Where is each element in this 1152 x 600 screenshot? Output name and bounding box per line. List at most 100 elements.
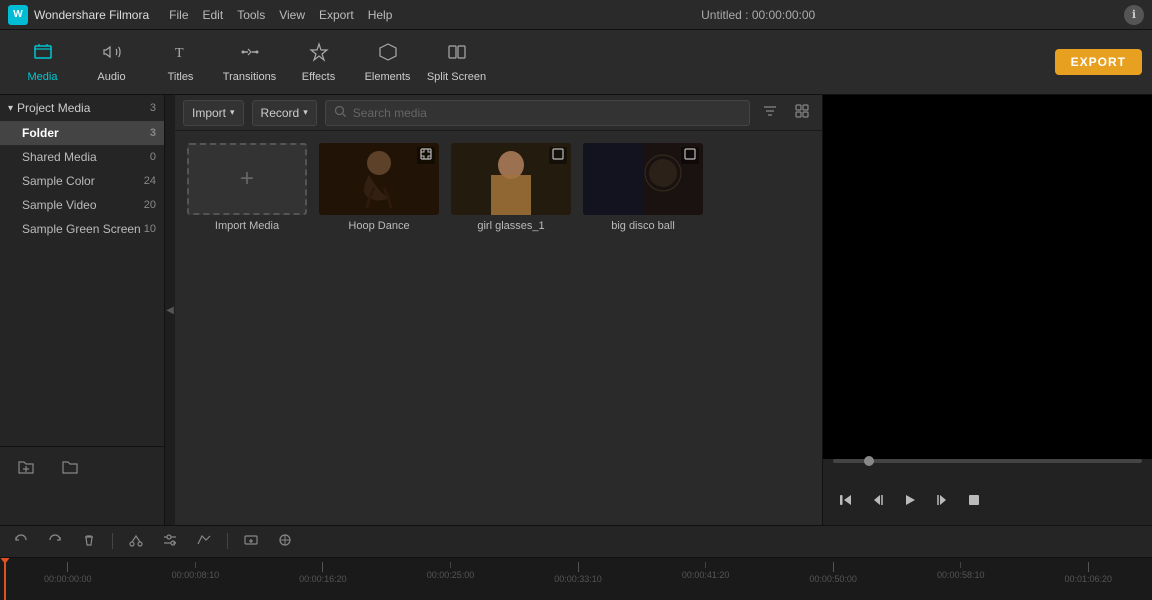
media-item-girl-glasses[interactable]: girl glasses_1 <box>451 143 571 232</box>
menu-help[interactable]: Help <box>368 8 393 22</box>
folder-count: 3 <box>150 127 156 139</box>
ruler-marks: 00:00:00:0000:00:08:1000:00:16:2000:00:2… <box>0 562 1152 584</box>
shared-media-count: 0 <box>150 151 156 163</box>
sidebar-shared-media-label: Shared Media <box>22 150 97 164</box>
transitions-icon <box>240 42 260 67</box>
ruler-mark: 00:00:16:20 <box>259 562 387 584</box>
sidebar-sample-color[interactable]: Sample Color 24 <box>0 169 164 193</box>
toolbar-split-screen[interactable]: Split Screen <box>424 35 489 90</box>
media-item-hoop-dance[interactable]: Hoop Dance <box>319 143 439 232</box>
toolbar-effects-label: Effects <box>302 71 335 83</box>
step-forward-button[interactable] <box>929 487 955 513</box>
svg-text:T: T <box>175 46 184 61</box>
expand-icon <box>417 147 435 164</box>
app-name: Wondershare Filmora <box>34 8 149 22</box>
undo-button[interactable] <box>8 529 34 554</box>
import-dropdown[interactable]: Import ▾ <box>183 100 244 126</box>
ruler-mark: 00:00:08:10 <box>132 562 260 580</box>
toolbar-media[interactable]: Media <box>10 35 75 90</box>
stop-button[interactable] <box>961 487 987 513</box>
disco-ball-thumb[interactable] <box>583 143 703 215</box>
sidebar: ▾ Project Media 3 Folder 3 Shared Media … <box>0 95 165 525</box>
ruler-mark: 00:00:25:00 <box>387 562 515 580</box>
girl-glasses-thumb[interactable] <box>451 143 571 215</box>
folder-button[interactable] <box>56 455 84 484</box>
toolbar-titles[interactable]: T Titles <box>148 35 213 90</box>
step-back-button[interactable] <box>865 487 891 513</box>
import-arrow-icon: ▾ <box>230 107 235 118</box>
delete-button[interactable] <box>76 529 102 554</box>
toolbar-split-screen-label: Split Screen <box>427 71 486 83</box>
info-icon[interactable]: ℹ <box>1124 5 1144 25</box>
collapse-handle[interactable]: ◀ <box>165 95 175 525</box>
sample-green-screen-count: 10 <box>144 223 156 235</box>
content-area: Import ▾ Record ▾ <box>175 95 822 525</box>
sidebar-project-media[interactable]: ▾ Project Media 3 <box>0 95 164 121</box>
toolbar-elements[interactable]: Elements <box>355 35 420 90</box>
sidebar-sample-video[interactable]: Sample Video 20 <box>0 193 164 217</box>
sidebar-folder-label: Folder <box>22 126 59 140</box>
menu-bar: File Edit Tools View Export Help <box>169 8 392 22</box>
menu-tools[interactable]: Tools <box>237 8 265 22</box>
audio-icon <box>102 42 122 67</box>
toolbar-audio-label: Audio <box>97 71 125 83</box>
import-media-thumb[interactable]: + <box>187 143 307 215</box>
media-icon <box>33 42 53 67</box>
import-media-item[interactable]: + Import Media <box>187 143 307 232</box>
ruler-mark: 00:00:00:00 <box>4 562 132 584</box>
add-track-left-button[interactable] <box>238 529 264 554</box>
menu-edit[interactable]: Edit <box>203 8 224 22</box>
redo-button[interactable] <box>42 529 68 554</box>
menu-view[interactable]: View <box>279 8 305 22</box>
hoop-dance-thumb[interactable] <box>319 143 439 215</box>
export-button[interactable]: EXPORT <box>1055 49 1142 75</box>
ruler-mark: 00:00:33:10 <box>514 562 642 584</box>
timeline-ruler[interactable]: 00:00:00:0000:00:08:1000:00:16:2000:00:2… <box>0 558 1152 600</box>
toolbar-audio[interactable]: Audio <box>79 35 144 90</box>
toolbar-divider-2 <box>227 533 228 549</box>
sidebar-folder[interactable]: Folder 3 <box>0 121 164 145</box>
hoop-dance-label: Hoop Dance <box>348 220 409 232</box>
snap-button[interactable] <box>272 529 298 554</box>
speed-button[interactable] <box>191 529 217 554</box>
record-dropdown[interactable]: Record ▾ <box>252 100 317 126</box>
search-box <box>325 100 750 126</box>
filter-button[interactable] <box>758 101 782 124</box>
main-area: ▾ Project Media 3 Folder 3 Shared Media … <box>0 95 1152 525</box>
preview-slider[interactable] <box>833 459 1142 463</box>
sample-color-count: 24 <box>144 175 156 187</box>
sample-video-count: 20 <box>144 199 156 211</box>
grid-view-button[interactable] <box>790 101 814 124</box>
disco-ball-label: big disco ball <box>611 220 675 232</box>
media-item-disco-ball[interactable]: big disco ball <box>583 143 703 232</box>
add-folder-button[interactable] <box>12 455 40 484</box>
girl-glasses-label: girl glasses_1 <box>477 220 544 232</box>
search-icon <box>334 105 347 121</box>
toolbar-titles-label: Titles <box>168 71 194 83</box>
sidebar-sample-green-screen-label: Sample Green Screen <box>22 222 141 236</box>
menu-file[interactable]: File <box>169 8 188 22</box>
preview-video <box>823 95 1152 459</box>
search-input[interactable] <box>353 106 741 120</box>
window-title: Untitled : 00:00:00:00 <box>392 8 1124 22</box>
record-label: Record <box>261 106 300 120</box>
record-arrow-icon: ▾ <box>303 107 308 118</box>
sidebar-sample-green-screen[interactable]: Sample Green Screen 10 <box>0 217 164 241</box>
toolbar-media-label: Media <box>28 71 58 83</box>
play-button[interactable] <box>897 487 923 513</box>
skip-back-button[interactable] <box>833 487 859 513</box>
expand-icon-3 <box>681 147 699 164</box>
sidebar-sample-video-label: Sample Video <box>22 198 97 212</box>
titlebar: W Wondershare Filmora File Edit Tools Vi… <box>0 0 1152 30</box>
adjust-button[interactable] <box>157 529 183 554</box>
sidebar-shared-media[interactable]: Shared Media 0 <box>0 145 164 169</box>
menu-export[interactable]: Export <box>319 8 354 22</box>
preview-slider-handle[interactable] <box>864 456 874 466</box>
effects-icon <box>309 42 329 67</box>
import-label: Import <box>192 106 226 120</box>
media-grid: + Import Media <box>175 131 822 525</box>
toolbar-effects[interactable]: Effects <box>286 35 351 90</box>
cut-button[interactable] <box>123 529 149 554</box>
playhead[interactable] <box>4 558 6 600</box>
toolbar-transitions[interactable]: Transitions <box>217 35 282 90</box>
